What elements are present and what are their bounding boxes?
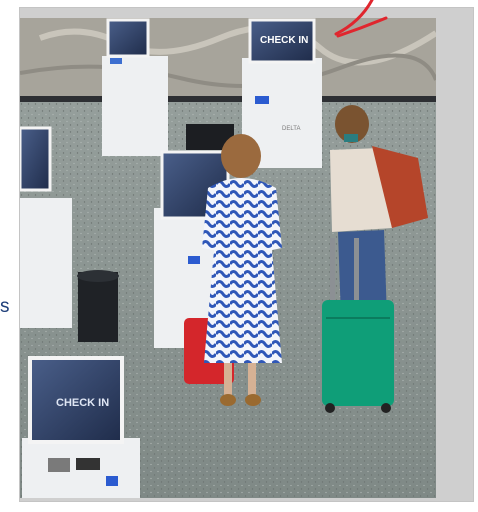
kiosk-bottom-left: CHECK IN (22, 356, 140, 498)
kiosk-screen-text: CHECK IN (260, 35, 308, 46)
trash-bin-left (77, 270, 119, 342)
kiosk-screen-text: CHECK IN (56, 397, 109, 409)
airport-checkin-photo: CHECK IN DELTA CHECK IN (20, 18, 436, 498)
kiosk-brand-label: DELTA (282, 126, 300, 132)
cropped-side-text: s (0, 296, 10, 317)
